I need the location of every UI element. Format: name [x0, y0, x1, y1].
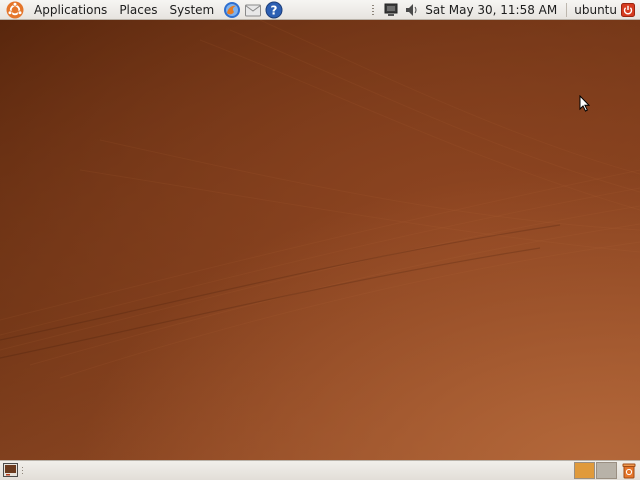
panel-separator	[566, 2, 568, 17]
volume-icon[interactable]	[404, 2, 418, 18]
clock[interactable]: Sat May 30, 11:58 AM	[421, 0, 564, 20]
mail-icon[interactable]	[244, 1, 262, 19]
mouse-cursor-icon	[579, 95, 590, 112]
panel-handle-icon	[22, 467, 23, 474]
workspace-1[interactable]	[574, 462, 595, 479]
power-icon[interactable]	[621, 2, 635, 17]
ubuntu-logo-icon[interactable]	[6, 1, 24, 19]
bottom-panel	[0, 460, 640, 480]
wallpaper-streaks	[0, 20, 640, 379]
svg-text:?: ?	[271, 3, 278, 17]
network-icon[interactable]	[384, 2, 398, 18]
show-desktop-icon[interactable]	[3, 463, 18, 477]
desktop[interactable]: Applications Places System ? Sat May 30,…	[0, 0, 640, 480]
user-switcher[interactable]: ubuntu	[569, 0, 621, 20]
firefox-icon[interactable]	[223, 1, 241, 19]
top-panel: Applications Places System ? Sat May 30,…	[0, 0, 640, 20]
help-icon[interactable]: ?	[265, 1, 283, 19]
places-menu[interactable]: Places	[113, 0, 163, 20]
trash-icon[interactable]	[621, 462, 637, 479]
system-menu[interactable]: System	[163, 0, 220, 20]
applications-menu[interactable]: Applications	[28, 0, 113, 20]
panel-handle-icon	[372, 4, 375, 15]
workspace-2[interactable]	[596, 462, 617, 479]
